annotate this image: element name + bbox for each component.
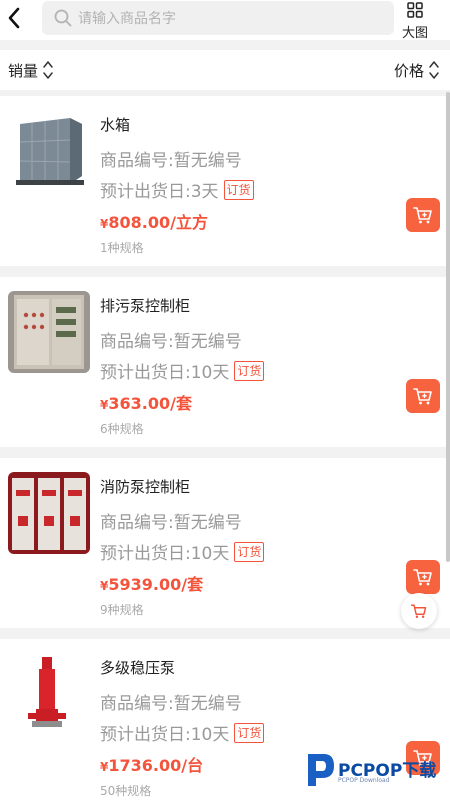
price-value: 363.00/套	[108, 394, 192, 413]
sort-arrows-icon	[429, 61, 439, 79]
product-spec-count: 9种规格	[100, 603, 144, 617]
product-price: ¥5939.00/套	[100, 571, 203, 595]
product-image-fire-pump-cabinet[interactable]	[8, 472, 90, 554]
product-title[interactable]: 消防泵控制柜	[100, 476, 190, 497]
order-tag: 订货	[234, 360, 265, 381]
product-card[interactable]: 消防泵控制柜 商品编号:暂无编号 预计出货日:10天 订货 ¥5939.00/套…	[0, 458, 450, 628]
product-price: ¥1736.00/台	[100, 752, 203, 776]
add-to-cart-button[interactable]	[406, 198, 440, 232]
order-tag: 订货	[234, 541, 265, 562]
watermark-logo: PCPOP下载 PCPOP Download	[300, 748, 450, 794]
ship-time-text: 预计出货日:3天	[100, 182, 219, 202]
price-value: 808.00/立方	[108, 213, 208, 232]
cart-icon	[413, 207, 432, 224]
ship-time-text: 预计出货日:10天	[100, 363, 230, 383]
top-bar: 请输入商品名字 大图	[0, 0, 450, 41]
product-code: 商品编号:暂无编号	[100, 694, 242, 714]
chevron-left-icon	[8, 7, 20, 29]
product-title[interactable]: 多级稳压泵	[100, 657, 175, 678]
product-list-page: 请输入商品名字 大图 销量 价格 水箱 商品编号:暂无编号 预计出货日:3天 订…	[0, 0, 450, 800]
product-price: ¥808.00/立方	[100, 209, 208, 233]
search-icon	[54, 9, 72, 27]
ship-time-text: 预计出货日:10天	[100, 544, 230, 564]
product-code: 商品编号:暂无编号	[100, 151, 242, 171]
cart-icon	[413, 388, 432, 405]
ship-time-text: 预计出货日:10天	[100, 725, 230, 745]
product-title[interactable]: 排污泵控制柜	[100, 295, 190, 316]
product-image-drainage-pump-cabinet[interactable]	[8, 291, 90, 373]
search-placeholder: 请输入商品名字	[78, 11, 176, 27]
cart-icon	[413, 569, 432, 586]
product-spec-count: 1种规格	[100, 241, 144, 255]
scrollbar[interactable]	[446, 92, 450, 562]
add-to-cart-button[interactable]	[406, 379, 440, 413]
sort-arrows-icon	[43, 61, 53, 79]
product-ship-time: 预计出货日:10天 订货	[100, 720, 265, 745]
search-input[interactable]: 请输入商品名字	[42, 1, 394, 35]
bigview-label: 大图	[401, 26, 428, 41]
back-button[interactable]	[2, 4, 26, 32]
sort-sales-label: 销量	[8, 61, 39, 80]
product-card[interactable]: 水箱 商品编号:暂无编号 预计出货日:3天 订货 ¥808.00/立方 1种规格	[0, 96, 450, 266]
sort-bar: 销量 价格	[0, 50, 450, 90]
order-tag: 订货	[234, 722, 265, 743]
product-card[interactable]: 排污泵控制柜 商品编号:暂无编号 预计出货日:10天 订货 ¥363.00/套 …	[0, 277, 450, 447]
sort-price-label: 价格	[393, 61, 424, 80]
product-image-multistage-pump[interactable]	[8, 653, 90, 735]
price-value: 5939.00/套	[108, 575, 204, 594]
product-ship-time: 预计出货日:10天 订货	[100, 539, 265, 564]
product-title[interactable]: 水箱	[100, 114, 130, 135]
add-to-cart-button[interactable]	[406, 560, 440, 594]
grid-icon	[407, 2, 423, 18]
product-ship-time: 预计出货日:3天 订货	[100, 177, 254, 202]
floating-cart-button[interactable]	[401, 593, 437, 629]
product-spec-count: 6种规格	[100, 422, 144, 436]
product-price: ¥363.00/套	[100, 390, 192, 414]
bigview-toggle-button[interactable]: 大图	[398, 0, 432, 41]
product-image-water-tank[interactable]	[8, 110, 90, 192]
sort-by-price-button[interactable]: 价格	[394, 59, 440, 81]
product-ship-time: 预计出货日:10天 订货	[100, 358, 265, 383]
pcpop-logo-icon	[308, 754, 334, 786]
sort-by-sales-button[interactable]: 销量	[8, 59, 54, 81]
product-code: 商品编号:暂无编号	[100, 513, 242, 533]
product-code: 商品编号:暂无编号	[100, 332, 242, 352]
cart-icon	[410, 604, 427, 618]
watermark-subtext: PCPOP Download	[338, 777, 390, 784]
order-tag: 订货	[223, 179, 254, 200]
product-spec-count: 50种规格	[100, 784, 152, 798]
price-value: 1736.00/台	[108, 756, 204, 775]
